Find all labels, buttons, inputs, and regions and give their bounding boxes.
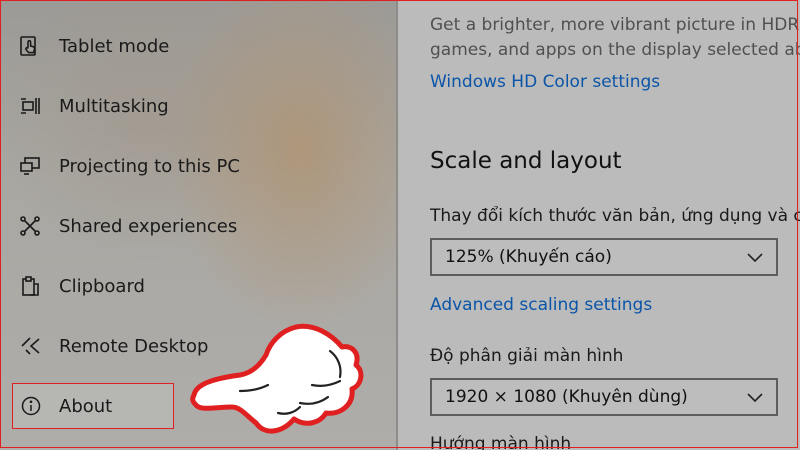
remote-desktop-icon <box>18 334 42 358</box>
settings-main-panel: Get a brighter, more vibrant picture in … <box>398 0 800 450</box>
resolution-dropdown-value: 1920 × 1080 (Khuyên dùng) <box>445 387 688 407</box>
sidebar-item-label: About <box>59 395 113 417</box>
sidebar-item-label: Shared experiences <box>59 215 238 237</box>
chevron-down-icon <box>747 253 763 263</box>
sidebar-item-multitasking[interactable]: Multitasking <box>0 76 398 136</box>
clipboard-icon <box>18 274 42 298</box>
advanced-scaling-settings-link[interactable]: Advanced scaling settings <box>430 295 652 315</box>
scale-dropdown[interactable]: 125% (Khuyến cáo) <box>430 238 778 276</box>
hdr-description-line1: Get a brighter, more vibrant picture in … <box>430 15 800 35</box>
sidebar-item-tablet-mode[interactable]: Tablet mode <box>0 16 398 76</box>
orientation-label: Hướng màn hình <box>430 434 572 450</box>
pointing-hand-icon <box>190 323 364 434</box>
sidebar-item-label: Clipboard <box>59 275 145 297</box>
resolution-dropdown[interactable]: 1920 × 1080 (Khuyên dùng) <box>430 378 778 416</box>
scale-dropdown-value: 125% (Khuyến cáo) <box>445 247 612 267</box>
scale-label: Thay đổi kích thước văn bản, ứng dụng và… <box>430 206 800 226</box>
hdr-description-line2: games, and apps on the display selected … <box>430 40 800 60</box>
projecting-icon <box>18 154 42 178</box>
windows-hd-color-settings-link[interactable]: Windows HD Color settings <box>430 72 660 92</box>
multitasking-icon <box>18 94 42 118</box>
sidebar-item-label: Multitasking <box>59 95 169 117</box>
sidebar-item-label: Tablet mode <box>59 35 170 57</box>
sidebar-item-label: Projecting to this PC <box>59 155 240 177</box>
info-icon <box>19 394 43 418</box>
sidebar-item-shared-experiences[interactable]: Shared experiences <box>0 196 398 256</box>
shared-experiences-icon <box>18 214 42 238</box>
sidebar-item-projecting[interactable]: Projecting to this PC <box>0 136 398 196</box>
sidebar-item-clipboard[interactable]: Clipboard <box>0 256 398 316</box>
resolution-label: Độ phân giải màn hình <box>430 346 624 366</box>
tablet-mode-icon <box>18 34 42 58</box>
chevron-down-icon <box>747 393 763 403</box>
scale-layout-heading: Scale and layout <box>430 148 622 174</box>
